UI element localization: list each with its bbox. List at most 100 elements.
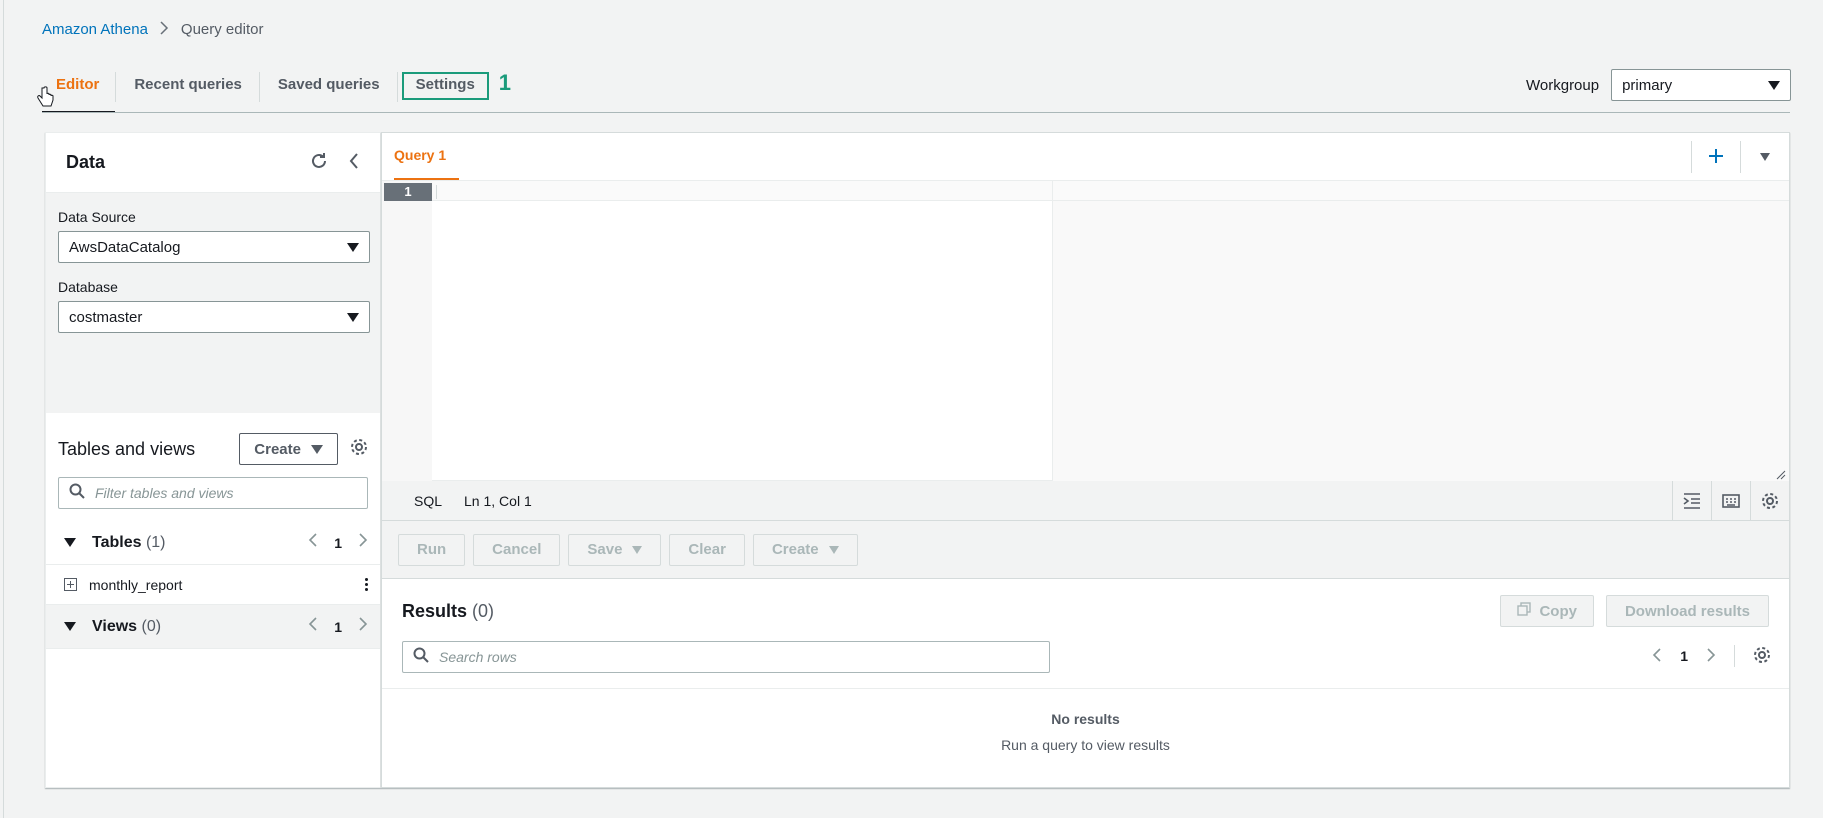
- query-tabs-menu-icon[interactable]: [1741, 153, 1789, 161]
- search-icon: [69, 483, 85, 503]
- chevron-left-icon[interactable]: [1652, 647, 1662, 666]
- filter-tables-search: [58, 477, 368, 509]
- cursor-position: Ln 1, Col 1: [464, 492, 532, 509]
- copy-button[interactable]: Copy: [1500, 595, 1594, 627]
- chevron-right-icon[interactable]: [358, 532, 368, 553]
- empty-state-title: No results: [1051, 711, 1120, 727]
- tab-saved-queries[interactable]: Saved queries: [260, 72, 397, 113]
- tables-views-header: Tables and views Create: [46, 413, 380, 465]
- chevron-right-icon[interactable]: [358, 616, 368, 637]
- more-options-icon[interactable]: [365, 578, 368, 591]
- search-icon: [413, 647, 429, 667]
- caret-down-icon: [347, 242, 359, 252]
- clear-button[interactable]: Clear: [669, 533, 745, 566]
- download-results-button[interactable]: Download results: [1605, 595, 1769, 627]
- data-source-value: AwsDataCatalog: [69, 238, 181, 256]
- language-indicator: SQL: [414, 492, 443, 509]
- chevron-right-icon: [160, 21, 169, 38]
- run-button[interactable]: Run: [398, 533, 466, 566]
- line-number: 1: [384, 183, 432, 201]
- page: Amazon Athena Query editor Editor Recent…: [3, 0, 1823, 818]
- cancel-button[interactable]: Cancel: [473, 533, 561, 566]
- tables-label-wrap: Tables (1): [92, 534, 166, 552]
- workgroup-select[interactable]: primary: [1611, 69, 1792, 101]
- views-group-label: Views (0): [64, 618, 161, 636]
- breadcrumb-amazon-athena[interactable]: Amazon Athena: [42, 21, 148, 38]
- gear-icon[interactable]: [1750, 481, 1789, 521]
- create-button-label: Create: [254, 440, 301, 458]
- tables-page-number[interactable]: 1: [334, 535, 342, 551]
- save-button[interactable]: Save: [568, 533, 662, 566]
- filter-tables-input[interactable]: [95, 485, 357, 501]
- create-query-button[interactable]: Create: [752, 533, 858, 566]
- tab-recent-queries[interactable]: Recent queries: [116, 72, 259, 113]
- results-pager: 1: [1652, 645, 1771, 667]
- tables-count: (1): [145, 533, 166, 551]
- chevron-left-icon[interactable]: [308, 532, 318, 553]
- tables-group[interactable]: Tables (1) 1: [46, 521, 380, 565]
- views-page-number[interactable]: 1: [334, 619, 342, 635]
- search-rows-input[interactable]: [439, 649, 1039, 665]
- add-query-icon[interactable]: [1692, 141, 1740, 173]
- tab-settings[interactable]: Settings: [401, 72, 489, 100]
- caret-down-icon: [347, 312, 359, 322]
- gear-icon[interactable]: [1753, 646, 1771, 667]
- chevron-left-icon[interactable]: [308, 616, 318, 637]
- keyboard-icon[interactable]: [1711, 481, 1750, 521]
- database-select[interactable]: costmaster: [58, 301, 370, 333]
- editor-status-bar: SQL Ln 1, Col 1: [382, 481, 1789, 521]
- workgroup-value: primary: [1622, 76, 1673, 94]
- text-cursor: [436, 185, 437, 199]
- results-title: Results (0): [402, 601, 494, 622]
- refresh-icon[interactable]: [310, 152, 328, 174]
- chevron-right-icon[interactable]: [1706, 647, 1716, 666]
- empty-state: No results Run a query to view results: [382, 711, 1789, 753]
- results-label: Results: [402, 600, 468, 621]
- table-item[interactable]: monthly_report: [46, 565, 380, 605]
- tables-label: Tables: [92, 533, 142, 551]
- results-divider: [382, 688, 1789, 689]
- gear-icon[interactable]: [350, 438, 368, 460]
- breadcrumb-current: Query editor: [180, 21, 264, 38]
- database-value: costmaster: [69, 308, 143, 326]
- table-name: monthly_report: [89, 576, 183, 593]
- caret-down-icon: [828, 545, 839, 554]
- search-rows: [402, 641, 1050, 673]
- step-annotation: 1: [498, 70, 512, 95]
- sql-editor[interactable]: 1: [382, 181, 1789, 481]
- tables-group-label: Tables (1): [64, 534, 166, 552]
- workgroup-selector: Workgroup primary: [1526, 69, 1792, 101]
- chevron-left-icon[interactable]: [348, 152, 360, 174]
- results-section: Results (0) Copy Download results Search…: [382, 579, 1789, 787]
- save-button-label: Save: [587, 541, 623, 558]
- editor-gutter: [382, 181, 432, 481]
- status-bar-icons: [1672, 481, 1789, 521]
- editor-margin-area: [1053, 201, 1789, 481]
- database-label: Database: [58, 279, 118, 295]
- results-page-number[interactable]: 1: [1680, 648, 1688, 664]
- create-button[interactable]: Create: [239, 433, 338, 465]
- caret-down-icon: [632, 545, 643, 554]
- expand-plus-icon[interactable]: [64, 578, 77, 591]
- table-item-label: monthly_report: [64, 577, 182, 593]
- results-actions: Copy Download results: [1500, 595, 1769, 627]
- tables-views-title: Tables and views: [58, 438, 196, 459]
- tab-query-1[interactable]: Query 1: [394, 132, 459, 180]
- divider: [1734, 645, 1735, 667]
- data-source-select[interactable]: AwsDataCatalog: [58, 231, 370, 263]
- copy-button-label: Copy: [1539, 602, 1577, 620]
- data-source-section: Data Source AwsDataCatalog Database cost…: [46, 193, 380, 413]
- breadcrumb: Amazon Athena Query editor: [42, 21, 263, 38]
- views-group[interactable]: Views (0) 1: [46, 605, 380, 649]
- format-query-icon[interactable]: [1672, 481, 1711, 521]
- caret-down-icon: [311, 444, 323, 454]
- create-query-button-label: Create: [771, 541, 819, 558]
- views-label-wrap: Views (0): [92, 618, 161, 636]
- main-tabs: Editor Recent queries Saved queries Sett…: [42, 70, 512, 113]
- active-line: [432, 181, 1789, 201]
- data-panel-header: Data: [46, 133, 380, 193]
- resize-handle-icon[interactable]: [1776, 467, 1786, 480]
- query-tabs-actions: [1691, 141, 1789, 173]
- views-pager: 1: [308, 616, 368, 637]
